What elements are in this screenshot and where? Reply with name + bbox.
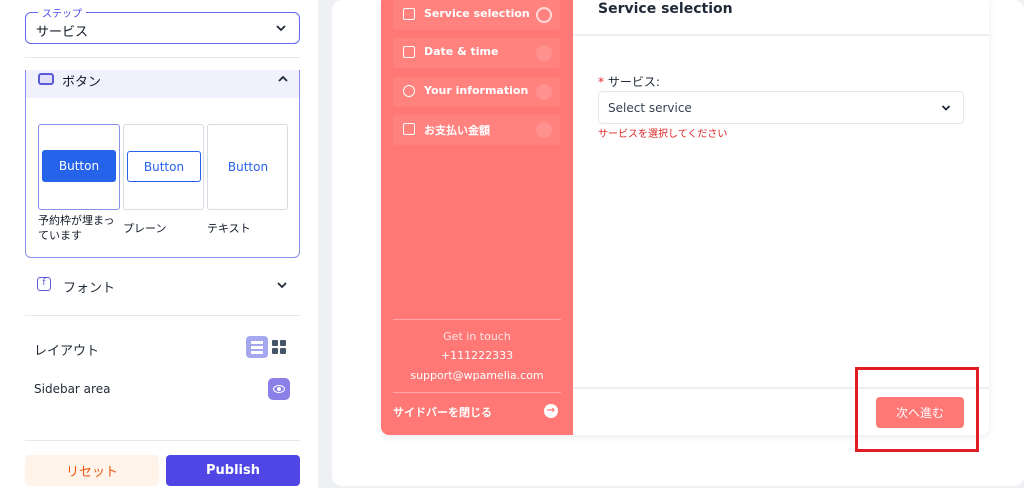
step-status-indicator [536, 122, 552, 138]
chevron-down-icon [941, 105, 951, 111]
button-option-caption: テキスト [207, 222, 251, 235]
eye-icon[interactable] [268, 378, 290, 400]
layout-grid-icon[interactable] [272, 340, 286, 354]
button-preview-outline: Button [127, 151, 201, 182]
button-style-icon [38, 73, 54, 85]
divider [25, 57, 300, 58]
step-your-information[interactable]: Your information [393, 77, 560, 107]
bag-icon [403, 8, 415, 20]
step-status-indicator [536, 45, 552, 61]
service-field-label-text: サービス: [607, 75, 660, 89]
font-icon: f [37, 277, 51, 291]
service-error-message: サービスを選択してください [598, 129, 728, 140]
sidebar-area-row: Sidebar area [34, 378, 294, 402]
arrow-right-icon: → [544, 404, 558, 418]
service-field-label: * サービス: [598, 73, 660, 90]
calendar-icon [403, 46, 415, 58]
booking-sidebar: Service selection Date & time Your infor… [381, 0, 573, 435]
close-sidebar-label: サイドバーを閉じる [393, 406, 492, 419]
chevron-down-icon [276, 25, 286, 32]
contact-phone: +111222333 [440, 349, 514, 362]
button-section-header[interactable]: ボタン [26, 70, 299, 98]
button-option-solid[interactable]: Button [38, 124, 120, 210]
user-icon [403, 85, 415, 97]
step-service-selection[interactable]: Service selection [393, 0, 560, 30]
step-select-legend: ステップ [38, 5, 86, 20]
divider [393, 392, 561, 393]
button-section: ボタン Button 予約枠が埋まっています Button プレーン Butto… [25, 70, 300, 258]
step-status-indicator [536, 7, 552, 23]
publish-button[interactable]: Publish [166, 455, 300, 486]
divider [393, 319, 561, 320]
button-preview-solid: Button [42, 150, 116, 182]
button-option-caption: プレーン [123, 222, 167, 235]
divider [573, 34, 989, 36]
button-option-caption: 予約枠が埋まっています [38, 214, 115, 242]
button-option-outline[interactable]: Button [123, 124, 204, 210]
step-title: Service selection [598, 1, 733, 17]
step-label: お支払い金額 [424, 124, 490, 137]
reset-button[interactable]: リセット [25, 455, 159, 486]
service-select[interactable]: Select service [598, 91, 964, 124]
divider [25, 440, 300, 441]
layout-row: レイアウト [34, 336, 294, 360]
layout-list-icon[interactable] [246, 336, 268, 358]
layout-label: レイアウト [34, 344, 100, 359]
step-payment[interactable]: お支払い金額 [393, 115, 560, 145]
step-label: Your information [424, 84, 529, 97]
button-section-title: ボタン [62, 75, 102, 90]
divider [25, 315, 300, 316]
chevron-up-icon [278, 75, 288, 82]
font-section-title: フォント [63, 281, 116, 296]
sidebar-area-label: Sidebar area [34, 382, 111, 396]
button-option-text[interactable]: Button [207, 124, 288, 210]
step-select[interactable]: ステップ サービス [25, 5, 300, 44]
font-section-header[interactable]: f フォント [25, 272, 300, 300]
button-preview-text: Button [211, 151, 285, 182]
highlight-box [855, 367, 979, 452]
step-status-indicator [536, 84, 552, 100]
service-select-placeholder: Select service [608, 101, 692, 115]
contact-heading: Get in touch [443, 330, 511, 343]
customize-panel: ステップ サービス ボタン Button 予約枠が埋まっています Button … [0, 0, 318, 488]
step-select-value: サービス [36, 25, 89, 40]
step-label: Service selection [424, 7, 530, 20]
card-icon [403, 123, 415, 135]
close-sidebar-button[interactable]: サイドバーを閉じる → [393, 402, 561, 422]
contact-email: support@wpamelia.com [410, 369, 544, 382]
step-date-time[interactable]: Date & time [393, 38, 560, 68]
required-mark: * [598, 75, 604, 89]
chevron-down-icon [277, 282, 287, 289]
step-label: Date & time [424, 45, 499, 58]
